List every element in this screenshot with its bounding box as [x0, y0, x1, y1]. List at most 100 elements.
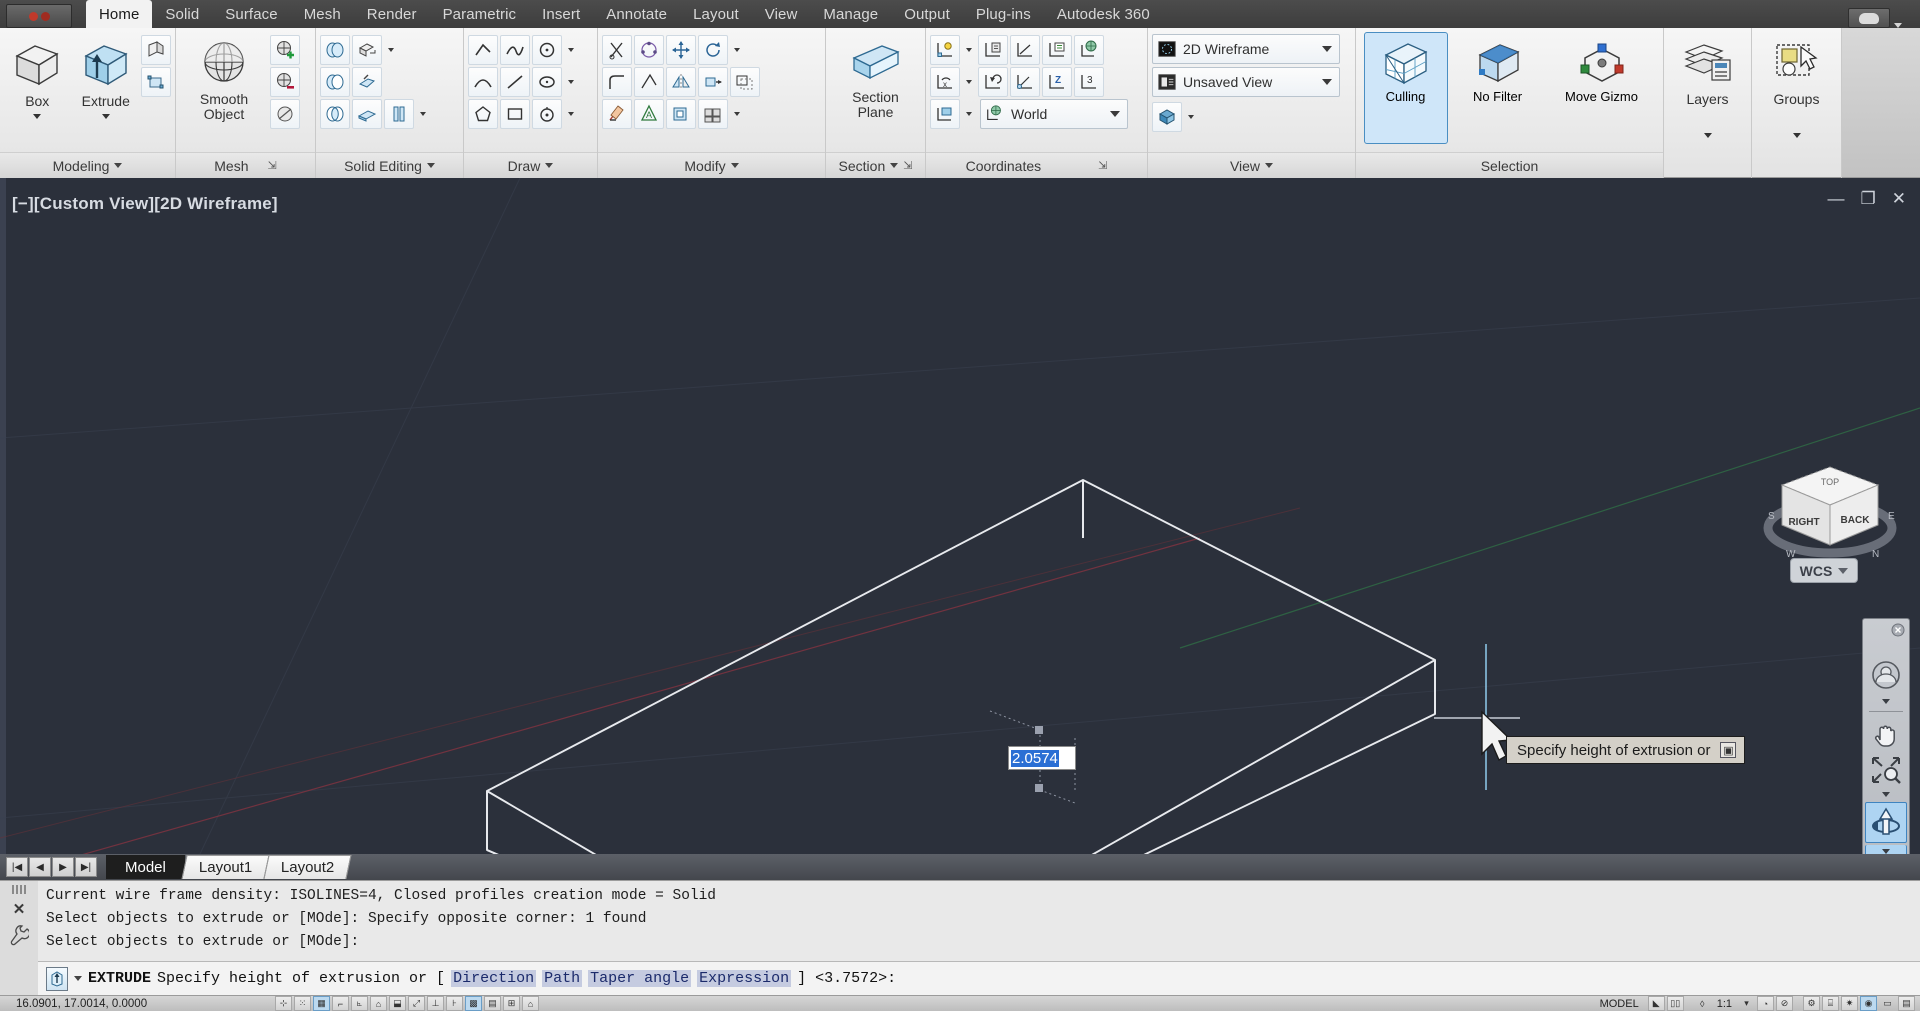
circle-center-button[interactable] — [532, 99, 562, 129]
imprint-button[interactable] — [384, 99, 414, 129]
union-button[interactable] — [320, 35, 350, 65]
osnap-icon[interactable]: ⌂ — [370, 996, 387, 1011]
layout-nav-button-1[interactable]: ◀ — [29, 857, 51, 877]
explode-button[interactable]: A — [634, 99, 664, 129]
viewport-icon[interactable]: ◣ — [1647, 996, 1665, 1011]
groups-button[interactable]: Groups — [1758, 33, 1836, 169]
arc-button[interactable] — [468, 67, 498, 97]
ucs-x-button[interactable]: x — [930, 67, 960, 97]
ucs-origin-button[interactable] — [1010, 67, 1040, 97]
zoom-extents-button[interactable] — [1866, 754, 1906, 788]
ribbon-tab-parametric[interactable]: Parametric — [430, 0, 530, 28]
layout-nav-button-3[interactable]: ▶| — [75, 857, 97, 877]
ucs-previous-button[interactable] — [978, 67, 1008, 97]
taper-face-button[interactable] — [352, 67, 382, 97]
cleanscreen-icon[interactable]: ▭ — [1879, 996, 1896, 1011]
ucs-view-dropdown-icon[interactable] — [962, 99, 976, 129]
section-plane-button[interactable]: Section Plane — [832, 33, 920, 145]
cloud-sync-button[interactable] — [1848, 8, 1890, 28]
otrack-icon[interactable]: ⤢ — [408, 996, 425, 1011]
ucs-named-button[interactable] — [978, 35, 1008, 65]
ucs-x-dropdown-icon[interactable] — [962, 67, 976, 97]
ribbon-tab-autodesk-360[interactable]: Autodesk 360 — [1044, 0, 1163, 28]
panel-label-coordinates[interactable]: Coordinates ⇲ — [926, 152, 1147, 178]
panel-label-selection[interactable]: Selection — [1356, 152, 1663, 178]
circle-dropdown-icon[interactable] — [564, 35, 578, 65]
line2-button[interactable] — [500, 67, 530, 97]
coordinates-dialog-launcher-icon[interactable]: ⇲ — [1098, 159, 1107, 172]
viewport-config-dropdown-icon[interactable] — [1184, 102, 1198, 132]
line-button[interactable] — [468, 35, 498, 65]
command-history-dropdown-icon[interactable] — [74, 976, 82, 981]
rotate-dropdown-icon[interactable] — [730, 35, 744, 65]
ribbon-tab-plug-ins[interactable]: Plug-ins — [963, 0, 1044, 28]
ortho-icon[interactable]: ⌐ — [332, 996, 349, 1011]
annoscale-icon[interactable]: ◊ — [1694, 996, 1711, 1011]
extrude-button[interactable]: Extrude — [73, 33, 140, 145]
ribbon-tab-layout[interactable]: Layout — [680, 0, 752, 28]
named-view-combo[interactable]: Unsaved View — [1152, 67, 1340, 97]
copy-button[interactable] — [634, 67, 664, 97]
expand-options-icon[interactable]: ▣ — [1720, 742, 1737, 758]
coordinate-display[interactable]: 16.0901, 17.0014, 0.0000 — [0, 998, 270, 1010]
solid-editing-dropdown-icon[interactable] — [384, 35, 398, 65]
ucs-combo[interactable]: World — [980, 99, 1128, 129]
ucs-face-button[interactable] — [1042, 35, 1072, 65]
close-icon[interactable]: ✕ — [13, 900, 26, 918]
bulb-icon[interactable]: ◉ — [1860, 996, 1877, 1011]
viewport-label[interactable]: [−][Custom View][2D Wireframe] — [12, 194, 278, 214]
extrude-dropdown-icon[interactable] — [101, 114, 110, 119]
annomonitor-icon[interactable]: ⌂ — [522, 996, 539, 1011]
scale-dropdown-icon[interactable]: ▾ — [1738, 996, 1755, 1011]
space-label[interactable]: MODEL — [1596, 998, 1643, 1010]
layout-tab-model[interactable]: Model — [106, 855, 185, 879]
layout-nav-button-2[interactable]: ▶ — [52, 857, 74, 877]
lock-icon[interactable]: ⌸ — [1822, 996, 1839, 1011]
panel-label-modeling[interactable]: Modeling — [0, 152, 175, 178]
ucs-dropdown-icon[interactable] — [962, 35, 976, 65]
lwt-icon[interactable]: ▩ — [465, 996, 482, 1011]
modify-dropdown-icon[interactable] — [730, 99, 744, 129]
smooth-object-button[interactable]: Smooth Object — [180, 33, 268, 145]
ribbon-tab-insert[interactable]: Insert — [529, 0, 593, 28]
zoom-dropdown-icon[interactable] — [1866, 789, 1906, 800]
array-button[interactable] — [634, 35, 664, 65]
polar-icon[interactable]: ⦜ — [351, 996, 368, 1011]
annotation-scale-value[interactable]: 1:1 — [1713, 998, 1736, 1010]
erase-button[interactable] — [602, 99, 632, 129]
smooth-more-button[interactable] — [270, 35, 300, 65]
rotate-button[interactable] — [698, 35, 728, 65]
wrench-icon[interactable] — [9, 924, 31, 949]
command-keyword-taper-angle[interactable]: Taper angle — [588, 970, 692, 987]
rectangle-button[interactable] — [500, 99, 530, 129]
box-button[interactable]: Box — [4, 33, 71, 145]
cycling-icon[interactable]: ⊞ — [503, 996, 520, 1011]
dynamic-input-field[interactable]: 2.0574 — [1008, 746, 1076, 770]
no-filter-button[interactable]: No Filter — [1456, 32, 1540, 144]
groups-dropdown-icon[interactable] — [1792, 133, 1801, 138]
panel-label-solid-editing[interactable]: Solid Editing — [316, 152, 463, 178]
steering-wheel-button[interactable] — [1866, 657, 1906, 694]
workspace-icon[interactable]: ⚙ — [1803, 996, 1820, 1011]
annovis-icon[interactable]: ◔ — [1757, 996, 1774, 1011]
intersect-button[interactable] — [320, 99, 350, 129]
orbit-button[interactable] — [1865, 802, 1907, 844]
smooth-less-button[interactable] — [270, 67, 300, 97]
ribbon-tab-render[interactable]: Render — [354, 0, 430, 28]
layout-tab-layout1[interactable]: Layout1 — [181, 855, 270, 879]
layout-nav-button-0[interactable]: |◀ — [6, 857, 28, 877]
panel-label-draw[interactable]: Draw — [464, 152, 597, 178]
section-dialog-launcher-icon[interactable]: ⇲ — [903, 159, 912, 172]
autoscale-icon[interactable]: ⊘ — [1776, 996, 1793, 1011]
ribbon-tab-home[interactable]: Home — [86, 0, 153, 28]
move-button[interactable] — [666, 35, 696, 65]
panel-label-modify[interactable]: Modify — [598, 152, 825, 178]
shell-button[interactable] — [666, 99, 696, 129]
ribbon-tab-solid[interactable]: Solid — [152, 0, 212, 28]
ribbon-tab-output[interactable]: Output — [891, 0, 963, 28]
customization-icon[interactable]: ▤ — [1898, 996, 1915, 1011]
draw-dropdown-icon[interactable] — [564, 99, 578, 129]
ucs-view-button[interactable] — [930, 99, 960, 129]
solid-editing-dropdown-icon-2[interactable] — [416, 99, 430, 129]
polyline-button[interactable] — [500, 35, 530, 65]
